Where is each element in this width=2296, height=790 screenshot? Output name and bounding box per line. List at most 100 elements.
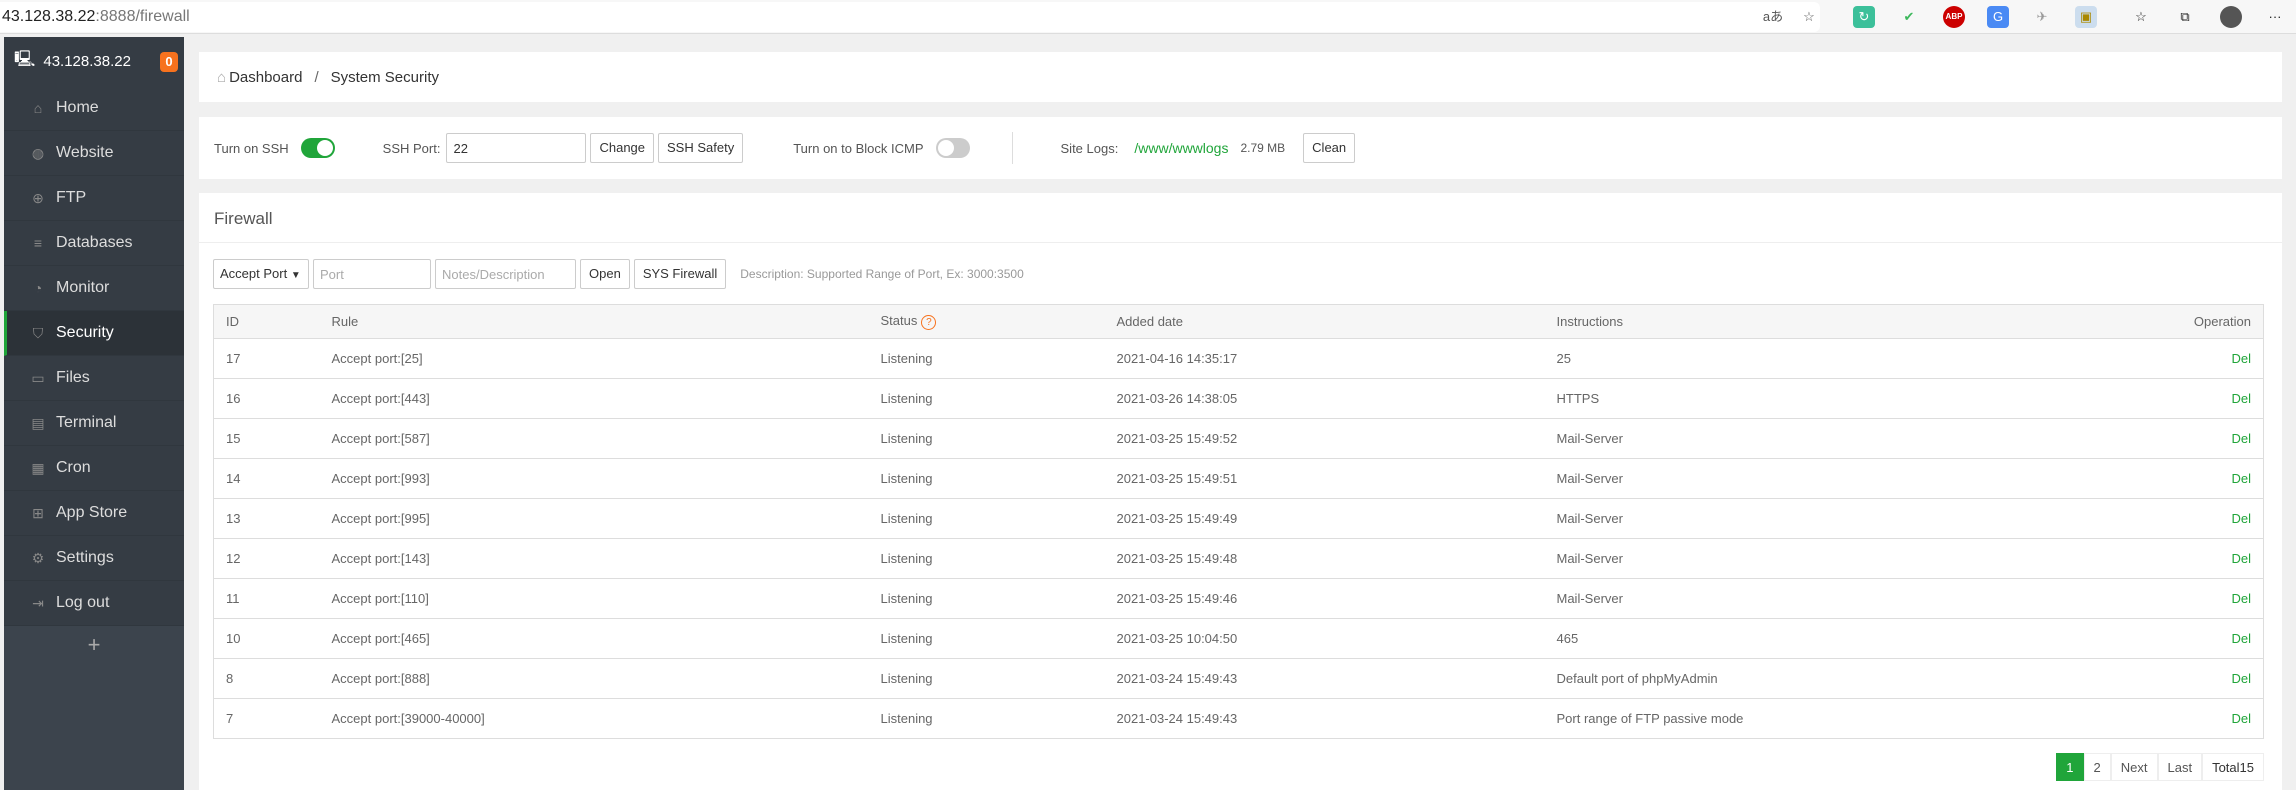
cell-rule: Accept port:[25] [319, 338, 869, 379]
cell-status: Listening [868, 618, 1105, 659]
port-input[interactable] [313, 259, 431, 289]
delete-rule-link[interactable]: Del [2231, 671, 2251, 686]
bird-extension-icon[interactable]: ✈ [2031, 6, 2053, 28]
cell-instructions: Mail-Server [1544, 578, 2055, 619]
delete-rule-link[interactable]: Del [2231, 591, 2251, 606]
sidebar-item-home[interactable]: ⌂ Home [4, 86, 184, 131]
change-port-button[interactable]: Change [590, 133, 655, 163]
site-logs-label: Site Logs: [1060, 140, 1119, 156]
delete-rule-link[interactable]: Del [2231, 631, 2251, 646]
table-row: 7 Accept port:[39000-40000] Listening 2021-… [213, 698, 2264, 739]
sidebar-item-monitor[interactable]: ◔ Monitor [4, 266, 184, 311]
image-extension-icon[interactable]: ▣ [2075, 6, 2097, 28]
page-2-button[interactable]: 2 [2083, 753, 2111, 781]
collections-icon[interactable]: ⧉ [2174, 6, 2196, 28]
delete-rule-link[interactable]: Del [2231, 391, 2251, 406]
sidebar-item-app-store[interactable]: ⊞ App Store [4, 491, 184, 536]
sync-extension-icon[interactable]: ↻ [1853, 6, 1875, 28]
cell-id: 8 [213, 658, 320, 699]
delete-rule-link[interactable]: Del [2231, 471, 2251, 486]
cell-instructions: Mail-Server [1544, 498, 2055, 539]
cell-rule: Accept port:[443] [319, 378, 869, 419]
column-status: Status? [868, 304, 1105, 339]
icmp-toggle[interactable] [935, 138, 970, 158]
ssh-port-input[interactable] [446, 133, 587, 163]
translate-icon[interactable]: aあ [1762, 6, 1784, 28]
sidebar-item-databases[interactable]: ≡ Databases [4, 221, 184, 266]
sys-firewall-button[interactable]: SYS Firewall [633, 259, 727, 289]
add-menu-button[interactable]: + [4, 632, 184, 658]
column-instructions: Instructions [1544, 304, 2055, 339]
sidebar-item-label: Files [56, 369, 90, 386]
sidebar-item-label: FTP [56, 189, 87, 206]
delete-rule-link[interactable]: Del [2231, 511, 2251, 526]
delete-rule-link[interactable]: Del [2231, 351, 2251, 366]
notification-badge[interactable]: 0 [160, 51, 178, 72]
delete-rule-link[interactable]: Del [2231, 711, 2251, 726]
open-port-button[interactable]: Open [580, 259, 630, 289]
notes-input[interactable] [435, 259, 576, 289]
cell-id: 7 [213, 698, 320, 739]
cell-added-date: 2021-03-25 10:04:50 [1104, 618, 1545, 659]
sidebar-item-website[interactable]: ◍ Website [4, 131, 184, 176]
sidebar: 🖳 43.128.38.22 0 ⌂ Home ◍ Website ⊕ FTP ≡ Datab… [4, 37, 184, 790]
cell-added-date: 2021-03-25 15:49:49 [1104, 498, 1545, 539]
cell-rule: Accept port:[888] [319, 658, 869, 699]
favorite-add-icon[interactable]: ☆ [1798, 6, 1820, 28]
profile-avatar[interactable] [2220, 6, 2242, 28]
cell-instructions: 25 [1544, 338, 2055, 379]
table-row: 16 Accept port:[443] Listening 2021-03-26 1… [213, 378, 2264, 419]
cell-status: Listening [868, 338, 1105, 379]
cell-added-date: 2021-03-26 14:38:05 [1104, 378, 1545, 419]
clean-logs-button[interactable]: Clean [1303, 133, 1356, 163]
table-row: 12 Accept port:[143] Listening 2021-03-25 1… [213, 538, 2264, 579]
help-icon[interactable]: ? [921, 315, 937, 330]
sidebar-item-cron[interactable]: ▦ Cron [4, 446, 184, 491]
site-logs-path-link[interactable]: /www/wwwlogs [1134, 140, 1228, 156]
cell-rule: Accept port:[143] [319, 538, 869, 579]
column-operation: Operation [2054, 304, 2264, 339]
sidebar-item-label: Monitor [56, 279, 110, 296]
sidebar-header: 🖳 43.128.38.22 0 [4, 37, 184, 86]
cell-instructions: Default port of phpMyAdmin [1544, 658, 2055, 699]
adblock-icon[interactable]: ABP [1943, 6, 1965, 28]
rule-type-select[interactable]: Accept Port ▼ [213, 259, 309, 289]
google-translate-icon[interactable]: G [1987, 6, 2009, 28]
cell-id: 15 [213, 418, 320, 459]
cell-operation: Del [2054, 498, 2264, 539]
last-page-button[interactable]: Last [2157, 753, 2203, 781]
cell-status: Listening [868, 578, 1105, 619]
sidebar-item-terminal[interactable]: ▤ Terminal [4, 401, 184, 446]
cell-id: 11 [213, 578, 320, 619]
sidebar-item-security[interactable]: ⛉ Security [4, 311, 184, 356]
url-field[interactable]: 43.128.38.22:8888/firewall [0, 2, 1820, 32]
ssh-safety-button[interactable]: SSH Safety [658, 133, 744, 163]
home-icon: ⌂ [33, 100, 43, 116]
total-count: Total15 [2202, 753, 2264, 781]
sidebar-item-label: Terminal [56, 414, 117, 431]
page-1-button[interactable]: 1 [2056, 753, 2084, 781]
sidebar-item-files[interactable]: ▭ Files [4, 356, 184, 401]
ssh-toggle[interactable] [300, 138, 335, 158]
cell-rule: Accept port:[110] [319, 578, 869, 619]
shield-extension-icon[interactable]: ✔ [1898, 6, 1920, 28]
cell-instructions: Mail-Server [1544, 418, 2055, 459]
sidebar-item-settings[interactable]: ⚙ Settings [4, 536, 184, 581]
icmp-toggle-label: Turn on to Block ICMP [793, 140, 924, 156]
server-host: 43.128.38.22 [43, 53, 131, 70]
cell-id: 13 [213, 498, 320, 539]
delete-rule-link[interactable]: Del [2231, 551, 2251, 566]
sidebar-item-log-out[interactable]: ⇥ Log out [4, 581, 184, 626]
cell-operation: Del [2054, 658, 2264, 699]
delete-rule-link[interactable]: Del [2231, 431, 2251, 446]
breadcrumb-dashboard[interactable]: Dashboard [229, 69, 302, 86]
site-logs-size: 2.79 MB [1240, 141, 1286, 155]
sidebar-item-ftp[interactable]: ⊕ FTP [4, 176, 184, 221]
favorites-icon[interactable]: ☆ [2130, 6, 2152, 28]
more-icon[interactable]: ··· [2264, 6, 2286, 28]
cell-status: Listening [868, 378, 1105, 419]
cell-status: Listening [868, 698, 1105, 739]
table-row: 10 Accept port:[465] Listening 2021-03-25 1… [213, 618, 2264, 659]
sidebar-item-label: Databases [56, 234, 133, 251]
next-page-button[interactable]: Next [2110, 753, 2158, 781]
